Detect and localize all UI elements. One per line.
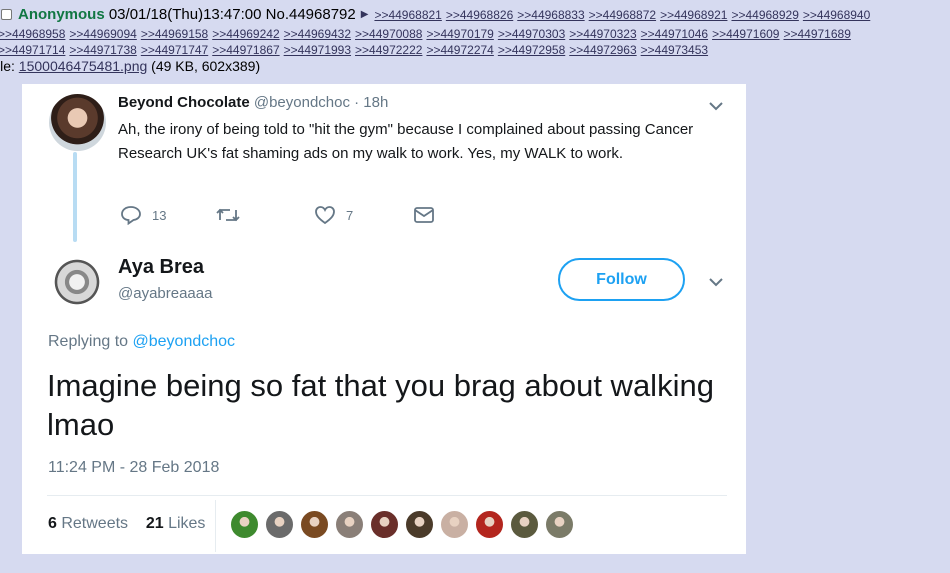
file-label: ile: xyxy=(0,58,15,74)
reply-links-line2: >>44968958 >>44969094 >>44969158 >>44969242… xyxy=(0,26,950,42)
heart-icon xyxy=(315,206,335,225)
reply-link[interactable]: >>44973453 xyxy=(641,43,708,57)
reply-link[interactable]: >>44971993 xyxy=(284,43,351,57)
liker-avatar xyxy=(475,510,504,539)
reply-link[interactable]: >>44969242 xyxy=(212,27,279,41)
post-number[interactable]: No.44968792 xyxy=(266,6,356,23)
reply-link[interactable]: >>44971714 xyxy=(0,43,65,57)
reply-link[interactable]: >>44969158 xyxy=(141,27,208,41)
post-header: Anonymous 03/01/18(Thu)13:47:00 No.44968… xyxy=(0,4,950,74)
reply-link[interactable]: >>44968940 xyxy=(803,8,870,22)
retweets-label: Retweets xyxy=(56,515,129,532)
chevron-down-icon xyxy=(709,102,723,111)
tweet2-text: Imagine being so fat that you brag about… xyxy=(47,368,714,442)
reply-link[interactable]: >>44970088 xyxy=(355,27,422,41)
reply-link[interactable]: >>44968833 xyxy=(517,8,584,22)
tweet-screenshot[interactable]: Beyond Chocolate @beyondchoc · 18h Ah, t… xyxy=(22,84,746,554)
dm-action xyxy=(413,205,435,225)
like-action: 7 xyxy=(314,205,353,225)
liker-avatar xyxy=(370,510,399,539)
reply-link[interactable]: >>44970179 xyxy=(426,27,493,41)
reply-link[interactable]: >>44971609 xyxy=(712,27,779,41)
reply-link[interactable]: >>44971738 xyxy=(69,43,136,57)
liker-avatar xyxy=(265,510,294,539)
tweet2-stats: 6 Retweets 21 Likes xyxy=(48,515,205,533)
post-menu-arrow-icon[interactable]: ▶ xyxy=(361,9,369,20)
reply-link[interactable]: >>44972958 xyxy=(498,43,565,57)
post-checkbox[interactable] xyxy=(1,9,12,20)
reply-count: 13 xyxy=(152,207,167,223)
reply-link[interactable]: >>44969432 xyxy=(284,27,351,41)
liker-avatar xyxy=(300,510,329,539)
reply-link[interactable]: >>44969094 xyxy=(69,27,136,41)
likes-label: Likes xyxy=(163,515,206,532)
liker-avatar xyxy=(230,510,259,539)
stats-separator xyxy=(215,500,216,552)
reply-link[interactable]: >>44968821 xyxy=(374,8,441,22)
reply-link[interactable]: >>44972222 xyxy=(355,43,422,57)
reply-link[interactable]: >>44971867 xyxy=(212,43,279,57)
reply-link[interactable]: >>44968929 xyxy=(731,8,798,22)
reply-link[interactable]: >>44968921 xyxy=(660,8,727,22)
retweet-action xyxy=(216,205,240,225)
envelope-icon xyxy=(414,207,434,223)
reply-link[interactable]: >>44972963 xyxy=(569,43,636,57)
tweet2-timestamp: 11:24 PM - 28 Feb 2018 xyxy=(48,459,220,476)
reply-link[interactable]: >>44972274 xyxy=(426,43,493,57)
liker-avatar xyxy=(335,510,364,539)
reply-links-line3: >>44971714 >>44971738 >>44971747 >>44971867… xyxy=(0,42,950,58)
post-info-line: Anonymous 03/01/18(Thu)13:47:00 No.44968… xyxy=(0,4,950,26)
poster-name: Anonymous xyxy=(18,6,105,23)
like-count: 7 xyxy=(346,207,354,223)
likes-count: 21 xyxy=(145,515,164,532)
chevron-down-icon xyxy=(709,278,723,287)
reply-link[interactable]: >>44971747 xyxy=(141,43,208,57)
tweet1-text: Ah, the irony of being told to "hit the … xyxy=(118,121,694,162)
post-datetime: 03/01/18(Thu)13:47:00 xyxy=(108,6,262,23)
reply-link[interactable]: >>44970303 xyxy=(498,27,565,41)
tweet1-display-name: Beyond Chocolate xyxy=(118,94,250,111)
reply-icon xyxy=(121,206,141,225)
avatar xyxy=(47,252,107,312)
reply-link[interactable]: >>44970323 xyxy=(569,27,636,41)
replying-to: Replying to @beyondchoc xyxy=(48,333,235,351)
avatar xyxy=(49,94,106,151)
tweet1-header: Beyond Chocolate @beyondchoc · 18h xyxy=(118,94,388,111)
file-meta: (49 KB, 602x389) xyxy=(147,58,261,74)
divider xyxy=(47,495,727,496)
thread-connector xyxy=(73,152,77,242)
tweet1-handle-time: @beyondchoc · 18h xyxy=(249,94,389,111)
reply-links-line1: >>44968821 >>44968826 >>44968833 >>44968872… xyxy=(374,6,874,23)
follow-button: Follow xyxy=(558,258,685,301)
retweets-count: 6 xyxy=(48,515,57,532)
reply-link[interactable]: >>44971689 xyxy=(783,27,850,41)
reply-link[interactable]: >>44968872 xyxy=(589,8,656,22)
reply-link[interactable]: >>44968958 xyxy=(0,27,65,41)
liker-avatar xyxy=(510,510,539,539)
liker-avatar xyxy=(440,510,469,539)
reply-action: 13 xyxy=(120,205,166,225)
reply-link[interactable]: >>44971046 xyxy=(641,27,708,41)
liker-avatar xyxy=(545,510,574,539)
tweet2-handle: @ayabreaaaa xyxy=(118,285,213,302)
reply-link[interactable]: >>44968826 xyxy=(446,8,513,22)
liker-avatar xyxy=(405,510,434,539)
retweet-icon xyxy=(216,208,240,222)
tweet2-display-name: Aya Brea xyxy=(118,256,204,278)
file-info: ile: 1500046475481.png (49 KB, 602x389) xyxy=(0,58,950,74)
file-link[interactable]: 1500046475481.png xyxy=(19,58,147,74)
replying-handle: @beyondchoc xyxy=(132,333,236,350)
replying-prefix: Replying to xyxy=(48,333,133,350)
